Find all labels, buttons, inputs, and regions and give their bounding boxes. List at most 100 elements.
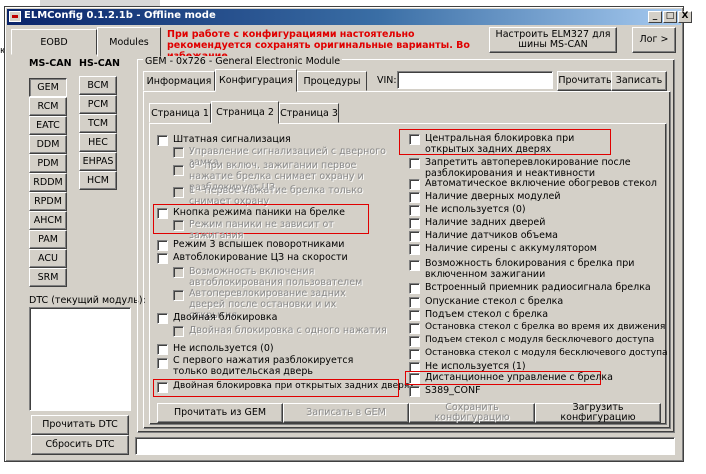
read-from-gem-button[interactable]: Прочитать из GEM (157, 403, 283, 423)
option-label: Автоблокирование ЦЗ на скорости (173, 252, 348, 263)
module-rcm-button[interactable]: RCM (29, 97, 67, 116)
tab-page-2[interactable]: Страница 2 (211, 101, 279, 124)
option-checkbox[interactable] (157, 240, 168, 251)
option-label: Двойная блокировка с одного нажатия (189, 325, 387, 336)
option-checkbox[interactable] (409, 336, 420, 347)
option-checkbox[interactable] (409, 349, 420, 360)
dtc-label: DTC (текущий модуль): (29, 295, 146, 306)
option-label: Кнопка режима паники на брелке (173, 207, 345, 218)
option-label: Возможность блокирования с брелка при вк… (425, 258, 635, 280)
option-checkbox[interactable] (409, 179, 420, 190)
setup-elm-button[interactable]: Настроить ELM327 для шины MS-CAN (489, 27, 617, 53)
option-label: Подъем стекол с модуля бесключевого дост… (425, 335, 655, 345)
module-pam-button[interactable]: PAM (29, 230, 67, 249)
option-checkbox[interactable] (173, 267, 184, 278)
option-checkbox[interactable] (173, 165, 184, 176)
option-checkbox[interactable] (409, 158, 420, 169)
option-label: Не используется (0) (425, 204, 526, 215)
module-ddm-button[interactable]: DDM (29, 135, 67, 154)
dtc-list[interactable] (29, 307, 131, 411)
option-checkbox[interactable] (157, 382, 168, 393)
read-button[interactable]: Прочитать (557, 71, 613, 91)
option-checkbox[interactable] (157, 253, 168, 264)
tab-configuration[interactable]: Конфигурация (215, 69, 297, 92)
module-rpdm-button[interactable]: RPDM (29, 192, 67, 211)
module-ahcm-button[interactable]: AHCM (29, 211, 67, 230)
module-ehpas-button[interactable]: EHPAS (79, 152, 117, 171)
module-rddm-button[interactable]: RDDM (29, 173, 67, 192)
option-checkbox[interactable] (173, 187, 184, 198)
option-checkbox[interactable] (173, 220, 184, 231)
option-checkbox[interactable] (173, 290, 184, 301)
option-checkbox[interactable] (409, 323, 420, 334)
option-label: Наличие задних дверей (425, 217, 546, 228)
option-checkbox[interactable] (409, 231, 420, 242)
option-checkbox[interactable] (157, 135, 168, 146)
vin-input[interactable] (397, 71, 553, 89)
option-checkbox[interactable] (409, 260, 420, 271)
module-pcm-button[interactable]: PCM (79, 95, 117, 114)
module-gem-button[interactable]: GEM (29, 78, 67, 97)
option-checkbox[interactable] (409, 218, 420, 229)
module-group-title: GEM - 0x726 - General Electronic Module (143, 56, 343, 67)
option-checkbox[interactable] (173, 326, 184, 337)
module-hcm-button[interactable]: HCM (79, 171, 117, 190)
option-checkbox[interactable] (409, 192, 420, 203)
save-config-button[interactable]: Сохранить конфигурацию (409, 403, 535, 423)
option-label: Наличие сирены с аккумулятором (425, 243, 597, 254)
option-label: Двойная блокировка (173, 312, 278, 323)
option-checkbox[interactable] (157, 313, 168, 324)
option-checkbox[interactable] (409, 310, 420, 321)
option-label: Не используется (0) (173, 343, 274, 354)
option-checkbox[interactable] (409, 386, 420, 397)
module-bcm-button[interactable]: BCM (79, 76, 117, 95)
option-checkbox[interactable] (157, 344, 168, 355)
read-dtc-button[interactable]: Прочитать DTC (31, 415, 129, 435)
option-checkbox[interactable] (157, 358, 168, 369)
option-label: Подъем стекол с брелка (425, 309, 549, 320)
load-config-button[interactable]: Загрузить конфигурацию (535, 403, 661, 423)
option-label: Наличие дверных модулей (425, 191, 561, 202)
option-checkbox[interactable] (409, 297, 420, 308)
option-label: Запретить автоперевлокирование после раз… (425, 157, 631, 179)
maximize-icon[interactable]: □ (663, 11, 677, 23)
tab-eobd[interactable]: EOBD (11, 29, 97, 55)
app-icon (9, 11, 21, 22)
option-checkbox[interactable] (409, 205, 420, 216)
module-hec-button[interactable]: HEC (79, 133, 117, 152)
module-acu-button[interactable]: ACU (29, 249, 67, 268)
module-tcm-button[interactable]: TCM (79, 114, 117, 133)
hs-can-header: HS-CAN (79, 58, 121, 69)
write-to-gem-button[interactable]: Записать в GEM (283, 403, 409, 423)
option-checkbox[interactable] (409, 134, 420, 145)
option-checkbox[interactable] (409, 373, 420, 384)
title-bar[interactable]: ELMConfig 0.1.2.1b - Offline mode _ □ X (7, 9, 692, 25)
option-checkbox[interactable] (173, 147, 184, 158)
module-eatc-button[interactable]: EATC (29, 116, 67, 135)
reset-dtc-button[interactable]: Сбросить DTC (31, 435, 129, 455)
option-label: Двойная блокировка при открытых задних д… (173, 381, 415, 391)
option-label: Автоматическое включение обогревов стеко… (425, 178, 657, 189)
log-button[interactable]: Лог > (632, 27, 676, 53)
option-label: Режим 3 вспышек поворотниками (173, 239, 345, 250)
tab-procedures[interactable]: Процедуры (297, 71, 367, 91)
status-bar (135, 437, 675, 455)
minimize-icon[interactable]: _ (648, 11, 662, 23)
option-label: Опускание стекол с брелка (425, 296, 564, 307)
option-label: Наличие датчиков объема (425, 230, 558, 241)
option-checkbox[interactable] (409, 244, 420, 255)
option-label: Центральная блокировка при открытых задн… (425, 133, 575, 155)
tab-page-3[interactable]: Страница 3 (279, 103, 339, 123)
option-checkbox[interactable] (157, 208, 168, 219)
option-label: Возможность включения автоблокирования п… (189, 266, 363, 288)
option-label: S389_CONF (425, 385, 481, 396)
close-icon[interactable]: X (678, 11, 692, 23)
tab-modules[interactable]: Modules (97, 27, 161, 57)
module-pdm-button[interactable]: PDM (29, 154, 67, 173)
option-label: Остановка стекол с брелка во время их дв… (425, 322, 666, 332)
module-srm-button[interactable]: SRM (29, 268, 67, 287)
tab-info[interactable]: Информация (143, 71, 215, 91)
option-checkbox[interactable] (409, 283, 420, 294)
write-button[interactable]: Записать (611, 71, 667, 91)
tab-page-1[interactable]: Страница 1 (149, 103, 211, 123)
